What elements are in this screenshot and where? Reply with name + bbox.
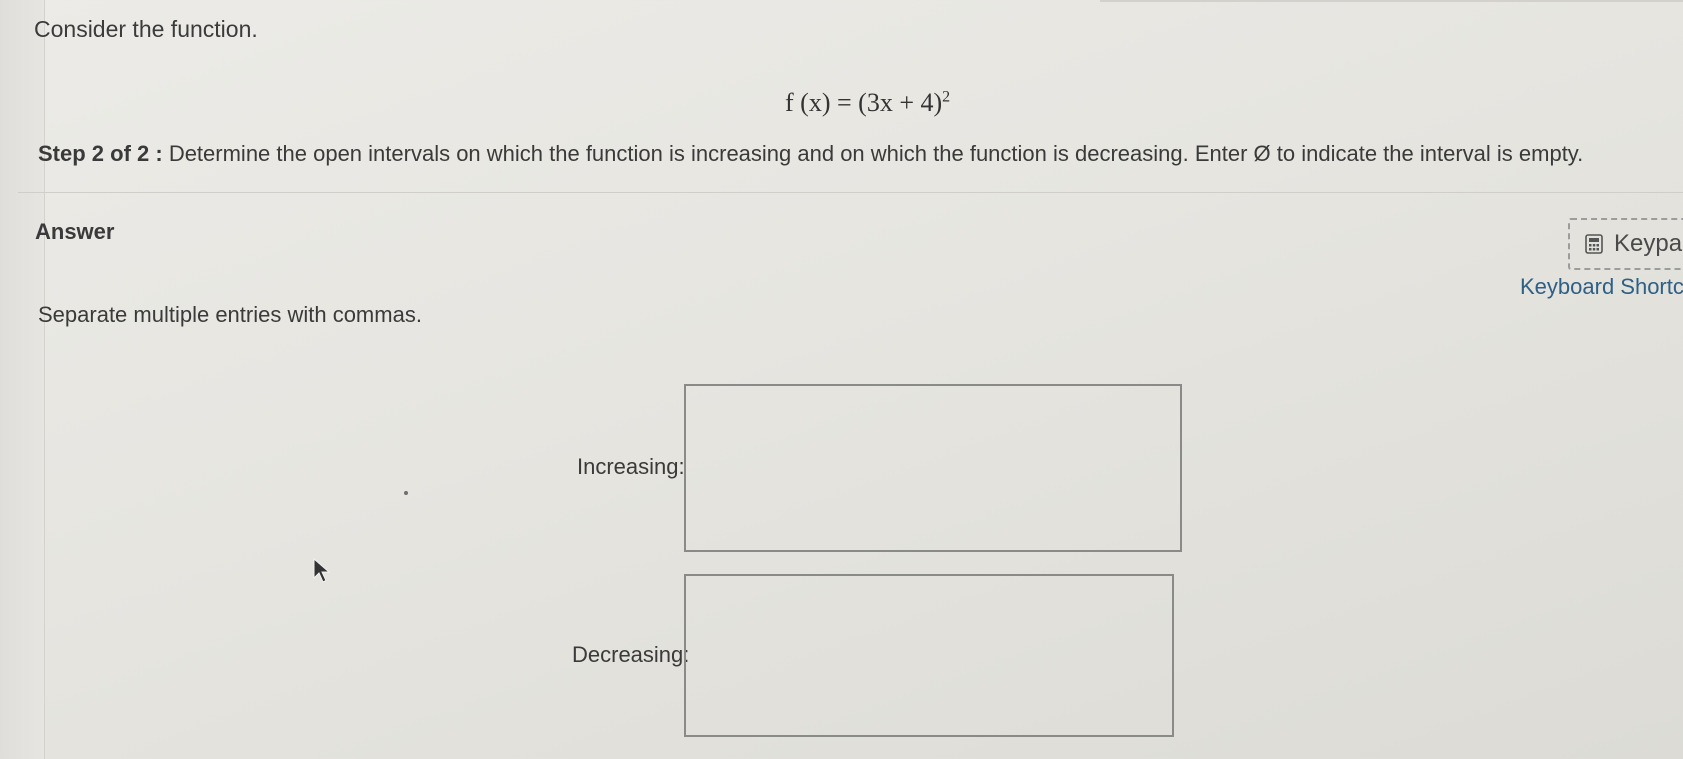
step-label: Step 2 of 2 : — [38, 141, 163, 166]
formula-lhs: f (x) — [785, 88, 831, 117]
keypad-button[interactable]: Keypa — [1568, 218, 1683, 270]
answer-heading: Answer — [35, 219, 115, 244]
decreasing-label: Decreasing: — [572, 642, 690, 667]
mouse-pointer-icon — [313, 558, 331, 583]
increasing-input[interactable] — [684, 384, 1182, 552]
section-divider — [18, 192, 1683, 193]
step-text: Determine the open intervals on which th… — [168, 141, 1584, 166]
left-margin-strip — [0, 0, 45, 759]
screen-speck — [404, 491, 408, 495]
keyboard-shortcuts-link[interactable]: Keyboard Shortc — [1520, 274, 1683, 300]
formula-rhs: (3x + 4) — [858, 88, 943, 117]
question-intro: Consider the function. — [34, 16, 258, 42]
function-formula: f (x) = (3x + 4)2 — [785, 88, 950, 118]
decreasing-input[interactable] — [684, 574, 1174, 737]
step-instructions: Step 2 of 2 : Determine the open interva… — [38, 141, 1583, 167]
top-rule — [1100, 0, 1683, 2]
increasing-label: Increasing: — [577, 454, 685, 479]
formula-exponent: 2 — [942, 88, 951, 106]
keypad-label: Keypa — [1614, 230, 1683, 257]
calculator-icon — [1585, 234, 1603, 254]
formula-equals: = — [836, 88, 852, 117]
answer-instruction: Separate multiple entries with commas. — [38, 302, 422, 327]
